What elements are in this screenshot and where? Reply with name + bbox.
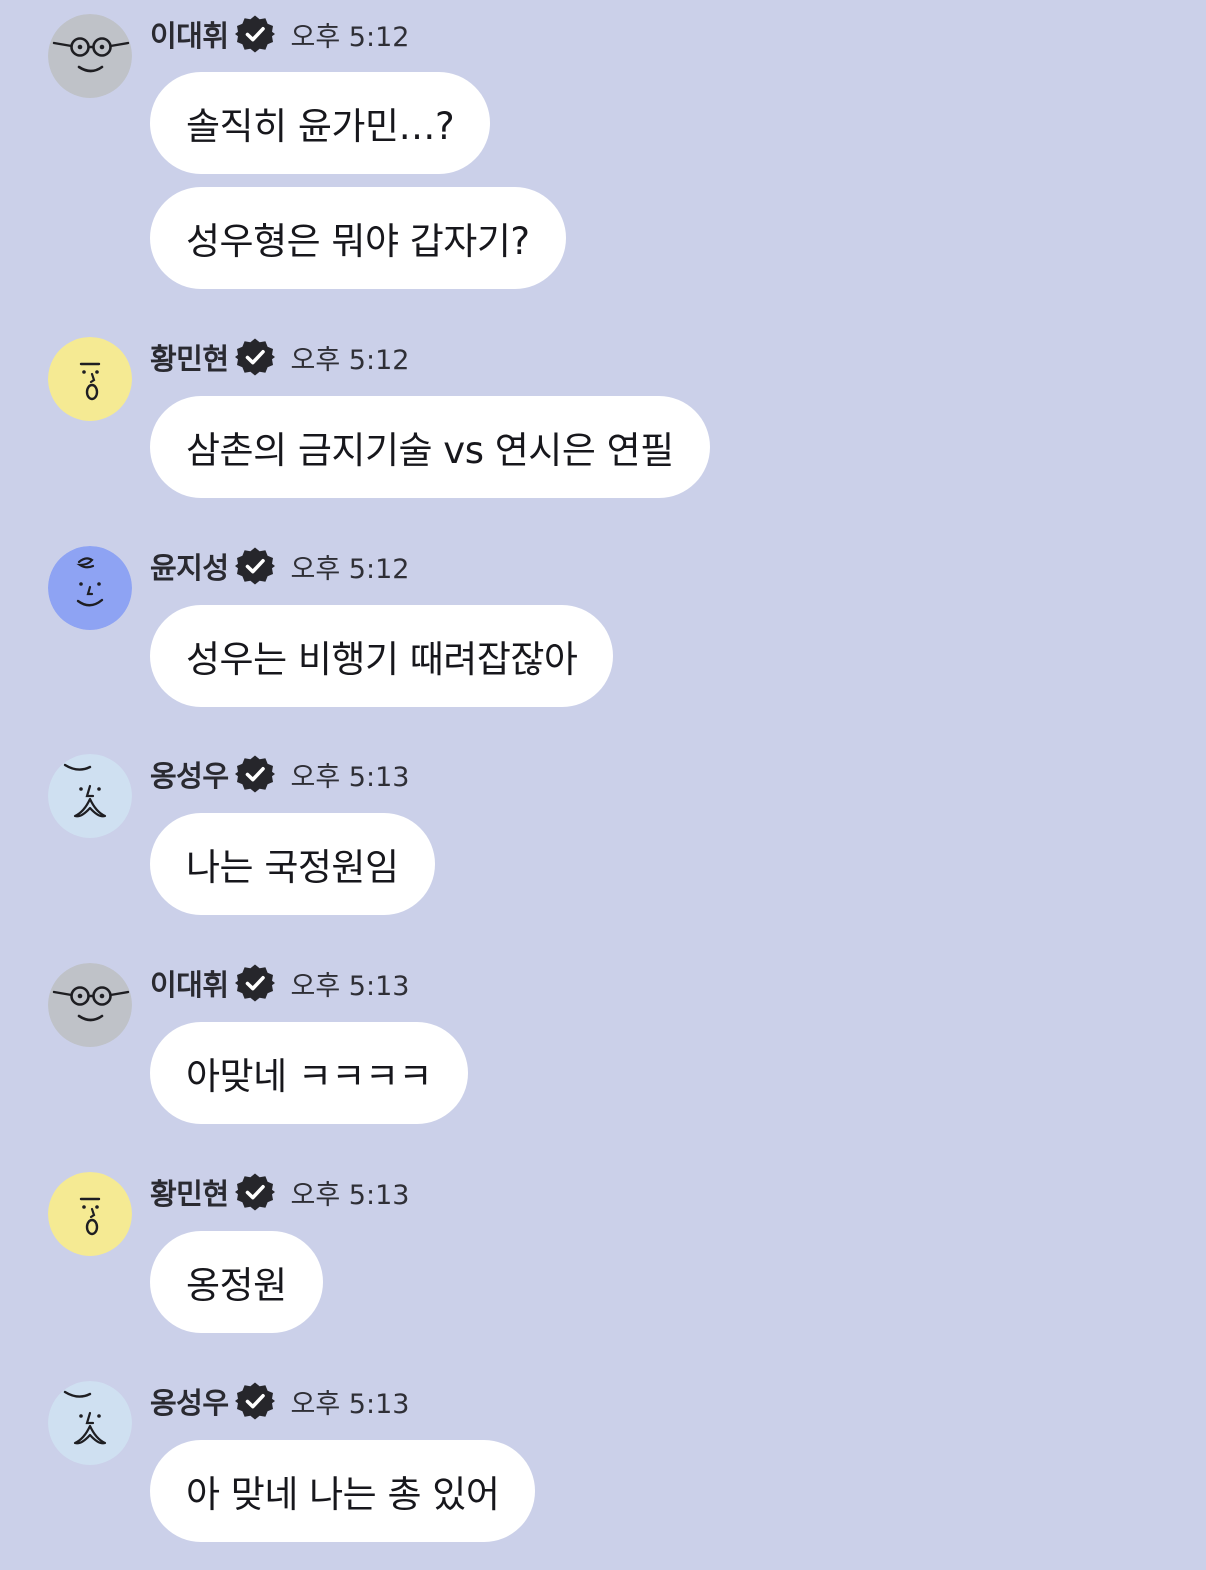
verified-badge-icon [235,14,275,54]
message-header: 옹성우 오후 5:13 [150,752,409,796]
smile-face-icon [48,546,132,630]
message-time: 오후 5:12 [290,21,410,53]
glasses-face-avatar[interactable] [48,14,132,98]
message-header: 황민현 오후 5:12 [150,335,409,379]
glasses-face-icon [48,14,132,98]
yellow-o-face-avatar[interactable] [48,1172,132,1256]
blue-smile-face-avatar[interactable] [48,546,132,630]
sender-name[interactable]: 이대휘 [150,962,229,1004]
message-time: 오후 5:13 [290,1179,410,1211]
verified-badge-icon [235,1381,275,1421]
message-header: 황민현 오후 5:13 [150,1170,409,1214]
message-time: 오후 5:13 [290,970,410,1002]
o-face-icon [48,337,132,421]
message-group: 황민현 오후 5:12 삼촌의 금지기술 vs 연시은 연필 [0,323,1206,513]
mustache-face-icon [48,1381,132,1465]
mustache-face-avatar[interactable] [48,1381,132,1465]
message-bubble[interactable]: 성우형은 뭐야 갑자기? [150,187,566,289]
message-header: 윤지성 오후 5:12 [150,544,409,588]
chat-message-list[interactable]: 이대휘 오후 5:12 솔직히 윤가민…? 성우형은 뭐야 갑자기? 황민현 오… [0,0,1206,1570]
message-group: 옹성우 오후 5:13 나는 국정원임 [0,740,1206,930]
verified-badge-icon [235,1172,275,1212]
glasses-face-icon [48,963,132,1047]
message-bubble[interactable]: 성우는 비행기 때려잡잖아 [150,605,614,707]
verified-badge-icon [235,337,275,377]
message-group: 이대휘 오후 5:13 아맞네 ㅋㅋㅋㅋ [0,949,1206,1139]
message-bubble[interactable]: 아맞네 ㅋㅋㅋㅋ [150,1022,469,1124]
sender-name[interactable]: 옹성우 [150,753,229,795]
message-bubble[interactable]: 나는 국정원임 [150,813,435,915]
message-group: 황민현 오후 5:13 옹정원 [0,1158,1206,1348]
sender-name[interactable]: 윤지성 [150,545,229,587]
sender-name[interactable]: 황민현 [150,1171,229,1213]
message-group: 이대휘 오후 5:12 솔직히 윤가민…? 성우형은 뭐야 갑자기? [0,0,1206,300]
o-face-icon [48,1172,132,1256]
verified-badge-icon [235,754,275,794]
message-group: 윤지성 오후 5:12 성우는 비행기 때려잡잖아 [0,532,1206,722]
message-time: 오후 5:12 [290,553,410,585]
message-bubble[interactable]: 옹정원 [150,1231,323,1333]
message-bubble[interactable]: 아 맞네 나는 총 있어 [150,1440,536,1542]
message-bubble[interactable]: 솔직히 윤가민…? [150,72,491,174]
sender-name[interactable]: 황민현 [150,336,229,378]
message-time: 오후 5:12 [290,344,410,376]
message-header: 이대휘 오후 5:12 [150,12,409,56]
verified-badge-icon [235,963,275,1003]
sender-name[interactable]: 이대휘 [150,13,229,55]
message-header: 이대휘 오후 5:13 [150,961,409,1005]
glasses-face-avatar[interactable] [48,963,132,1047]
message-time: 오후 5:13 [290,761,410,793]
mustache-face-avatar[interactable] [48,754,132,838]
message-header: 옹성우 오후 5:13 [150,1379,409,1423]
message-time: 오후 5:13 [290,1388,410,1420]
mustache-face-icon [48,754,132,838]
verified-badge-icon [235,546,275,586]
sender-name[interactable]: 옹성우 [150,1380,229,1422]
yellow-o-face-avatar[interactable] [48,337,132,421]
message-bubble[interactable]: 삼촌의 금지기술 vs 연시은 연필 [150,396,710,498]
message-group: 옹성우 오후 5:13 아 맞네 나는 총 있어 [0,1367,1206,1557]
